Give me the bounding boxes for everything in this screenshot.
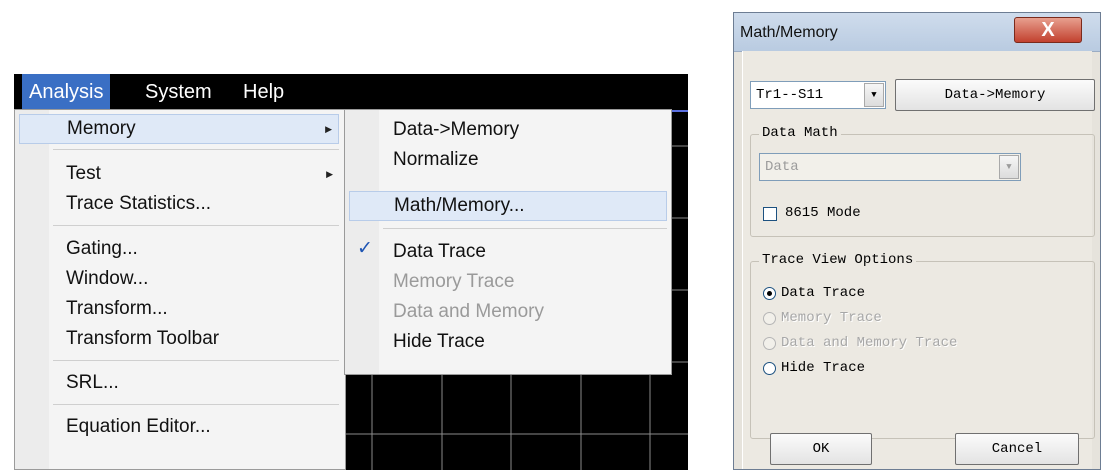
menu-item-memory[interactable]: Memory ▶ — [19, 114, 339, 144]
menu-item-window[interactable]: Window... — [49, 264, 339, 294]
menu-gutter — [15, 110, 49, 469]
trace-select-value: Tr1--S11 — [756, 87, 824, 103]
trace-select[interactable]: Tr1--S11 ▼ — [750, 81, 886, 109]
chevron-down-icon: ▼ — [999, 155, 1019, 179]
menu-separator — [53, 360, 339, 361]
menu-item-trace-statistics[interactable]: Trace Statistics... — [49, 189, 339, 219]
submenu-item-data-and-memory: Data and Memory — [393, 301, 545, 322]
dialog-title: Math/Memory — [740, 24, 838, 41]
menu-item-label: Memory — [67, 118, 136, 139]
chevron-down-icon: ▼ — [864, 83, 884, 107]
menu-item-equation-editor[interactable]: Equation Editor... — [49, 412, 339, 442]
math-function-value: Data — [765, 159, 799, 175]
data-math-legend: Data Math — [759, 125, 841, 141]
ok-button[interactable]: OK — [770, 433, 872, 465]
submenu-item-normalize[interactable]: Normalize — [379, 145, 667, 175]
menu-item-transform[interactable]: Transform... — [49, 294, 339, 324]
math-function-select: Data ▼ — [759, 153, 1021, 181]
analysis-menu: Memory ▶ Test ▶ Trace Statistics... Gati… — [14, 109, 346, 470]
menu-bar: Analysis System Help — [14, 74, 688, 110]
memory-submenu: Data->Memory Normalize Math/Memory... ✓ … — [344, 109, 672, 375]
radio-selected-dot — [767, 291, 772, 296]
submenu-arrow-icon: ▶ — [326, 169, 333, 179]
radio-data-and-memory-trace — [763, 337, 776, 350]
radio-label-memory-trace: Memory Trace — [781, 310, 882, 326]
radio-memory-trace — [763, 312, 776, 325]
menu-item-test[interactable]: Test ▶ — [49, 159, 339, 189]
radio-hide-trace[interactable] — [763, 362, 776, 375]
radio-label-data-and-memory-trace: Data and Memory Trace — [781, 335, 958, 351]
menu-separator — [53, 225, 339, 226]
menu-item-gating[interactable]: Gating... — [49, 234, 339, 264]
submenu-item-data-trace[interactable]: Data Trace — [379, 237, 667, 267]
data-to-memory-button[interactable]: Data->Memory — [895, 79, 1095, 111]
trace-view-group: Trace View Options Data Trace Memory Tra… — [750, 252, 1095, 439]
menu-item-transform-toolbar[interactable]: Transform Toolbar — [49, 324, 339, 354]
mode-8615-label: 8615 Mode — [785, 205, 861, 221]
submenu-arrow-icon: ▶ — [325, 124, 332, 134]
submenu-item-data-to-memory[interactable]: Data->Memory — [379, 115, 667, 145]
radio-data-trace[interactable] — [763, 287, 776, 300]
submenu-item-math-memory[interactable]: Math/Memory... — [349, 191, 667, 221]
menu-item-srl[interactable]: SRL... — [49, 368, 339, 398]
dialog-body: Tr1--S11 ▼ Data->Memory Data Math Data ▼… — [742, 51, 1095, 469]
data-math-group: Data Math Data ▼ 8615 Mode — [750, 125, 1095, 237]
close-icon: X — [1041, 19, 1055, 41]
cancel-button[interactable]: Cancel — [955, 433, 1079, 465]
menu-separator — [383, 228, 667, 229]
math-memory-dialog: Math/Memory X Tr1--S11 ▼ Data->Memory Da… — [733, 12, 1101, 470]
submenu-item-hide-trace[interactable]: Hide Trace — [379, 327, 667, 357]
mode-8615-checkbox[interactable] — [763, 207, 777, 221]
analyzer-window: Analysis System Help Memory ▶ Test ▶ Tra… — [14, 74, 688, 470]
menu-help[interactable]: Help — [236, 74, 291, 110]
menu-analysis[interactable]: Analysis — [22, 74, 111, 110]
menu-separator — [53, 149, 339, 150]
submenu-item-memory-trace: Memory Trace — [393, 271, 515, 292]
dialog-titlebar[interactable]: Math/Memory X — [734, 13, 1100, 52]
menu-system[interactable]: System — [138, 74, 219, 110]
close-button[interactable]: X — [1014, 17, 1082, 43]
trace-view-legend: Trace View Options — [759, 252, 917, 268]
radio-label-hide-trace: Hide Trace — [781, 360, 866, 376]
menu-separator — [53, 404, 339, 405]
menu-item-label: Test — [66, 163, 101, 184]
checkmark-icon: ✓ — [357, 238, 373, 259]
radio-label-data-trace: Data Trace — [781, 285, 866, 301]
